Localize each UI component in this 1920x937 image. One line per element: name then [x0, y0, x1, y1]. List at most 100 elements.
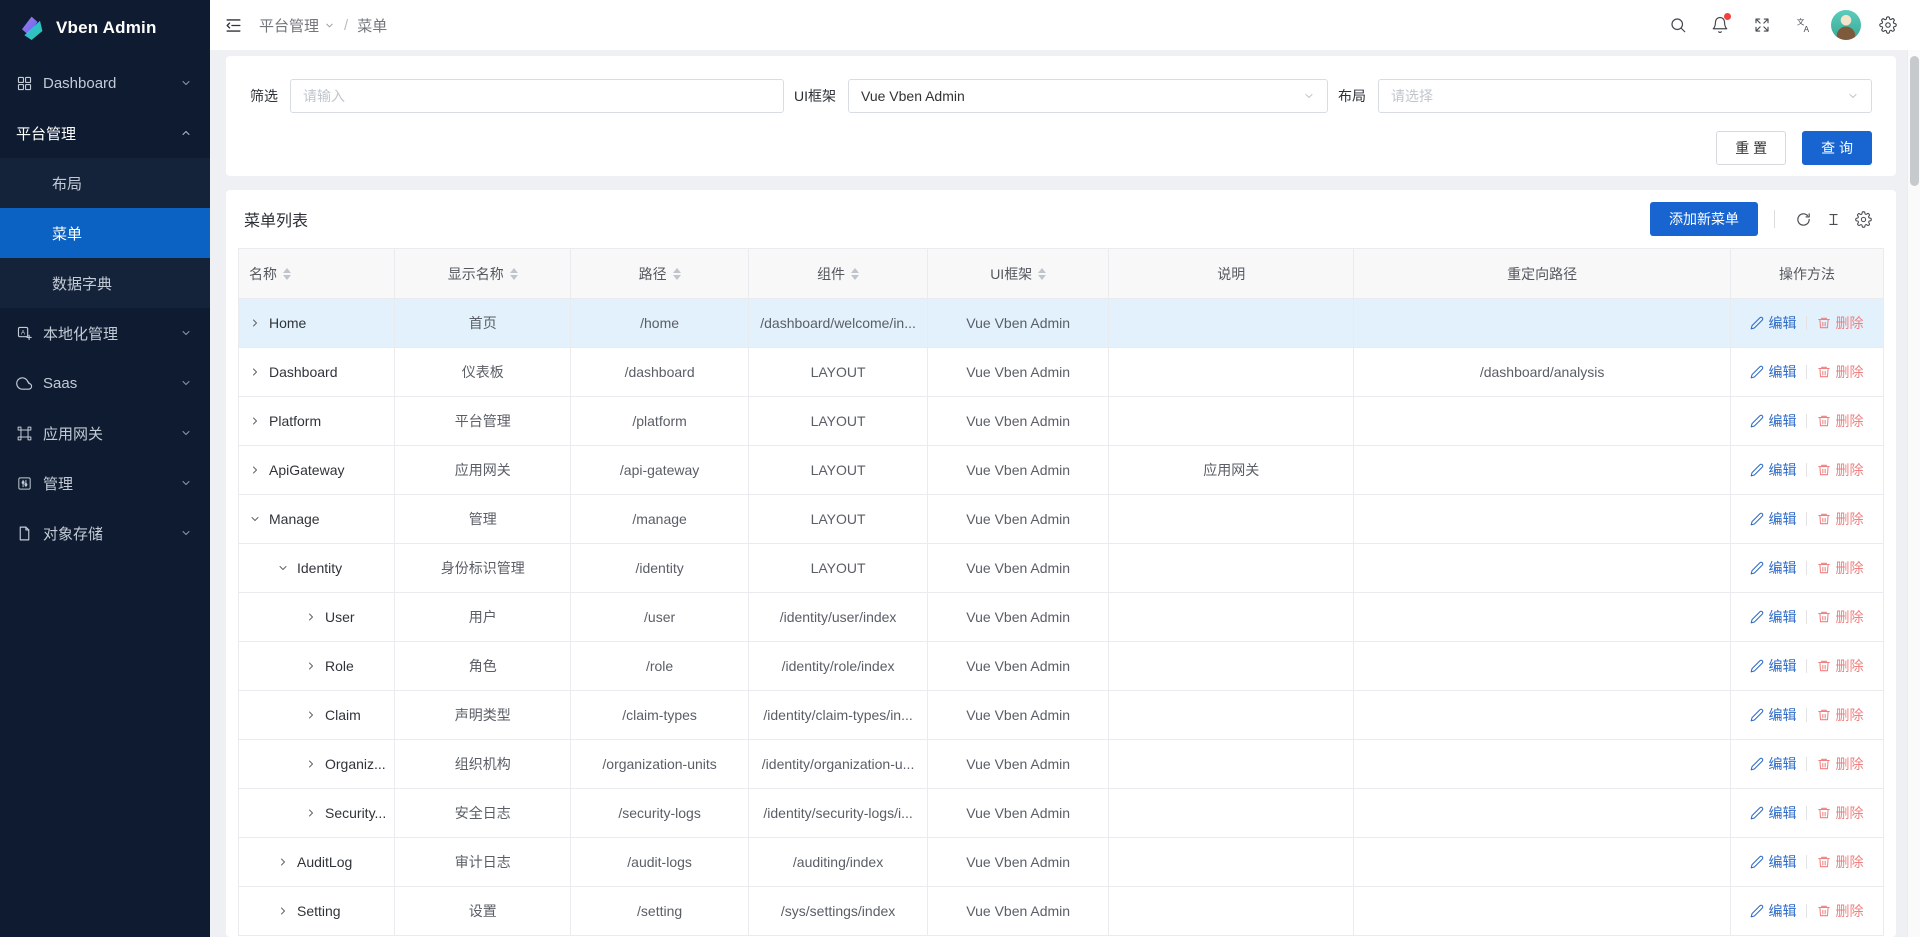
delete-button[interactable]: 删除: [1817, 705, 1863, 725]
delete-button[interactable]: 删除: [1817, 362, 1863, 382]
keyword-input[interactable]: [290, 79, 784, 113]
sidebar-item-localization[interactable]: A本地化管理: [0, 308, 210, 358]
edit-icon: [1750, 561, 1764, 575]
filter-actions: 重 置 查 询: [250, 131, 1872, 165]
delete-button[interactable]: 删除: [1817, 656, 1863, 676]
edit-button[interactable]: 编辑: [1750, 754, 1796, 774]
sort-icon[interactable]: [1038, 268, 1046, 280]
column-settings-icon[interactable]: [1848, 211, 1878, 228]
cell-description: [1109, 593, 1354, 642]
delete-button[interactable]: 删除: [1817, 803, 1863, 823]
chevron-down-icon[interactable]: [249, 513, 261, 525]
column-header-[interactable]: 名称: [239, 249, 395, 299]
edit-button[interactable]: 编辑: [1750, 803, 1796, 823]
delete-button[interactable]: 删除: [1817, 754, 1863, 774]
row-name: ApiGateway: [269, 462, 344, 478]
edit-button[interactable]: 编辑: [1750, 411, 1796, 431]
chevron-right-icon[interactable]: [305, 660, 317, 672]
chevron-right-icon[interactable]: [249, 415, 261, 427]
search-icon[interactable]: [1660, 7, 1696, 43]
refresh-icon[interactable]: [1788, 211, 1818, 228]
edit-button[interactable]: 编辑: [1750, 558, 1796, 578]
delete-button[interactable]: 删除: [1817, 607, 1863, 627]
sidebar-item-label: 管理: [43, 473, 73, 494]
delete-button[interactable]: 删除: [1817, 901, 1863, 921]
sidebar-item-platform[interactable]: 平台管理: [0, 108, 210, 158]
sidebar-subitem-layout[interactable]: 布局: [0, 158, 210, 208]
edit-button[interactable]: 编辑: [1750, 656, 1796, 676]
chevron-right-icon[interactable]: [305, 611, 317, 623]
user-avatar-button[interactable]: [1828, 7, 1864, 43]
cell-path: /home: [571, 299, 749, 348]
edit-button[interactable]: 编辑: [1750, 852, 1796, 872]
chevron-right-icon[interactable]: [249, 366, 261, 378]
sidebar-item-object-storage[interactable]: 对象存储: [0, 508, 210, 558]
search-button[interactable]: 查 询: [1802, 131, 1872, 165]
action-divider: [1806, 561, 1807, 575]
delete-button[interactable]: 删除: [1817, 460, 1863, 480]
row-height-icon[interactable]: [1818, 211, 1848, 228]
ui-framework-select[interactable]: Vue Vben Admin: [848, 79, 1328, 113]
breadcrumb-item-menu[interactable]: 菜单: [357, 15, 387, 36]
sort-icon[interactable]: [510, 268, 518, 280]
row-name: Claim: [325, 707, 361, 723]
chevron-right-icon[interactable]: [249, 317, 261, 329]
sidebar-subitem-menu[interactable]: 菜单: [0, 208, 210, 258]
sort-icon[interactable]: [851, 268, 859, 280]
table-row-user: User用户/user/identity/user/indexVue Vben …: [239, 593, 1884, 642]
delete-button[interactable]: 删除: [1817, 313, 1863, 333]
notification-icon[interactable]: [1702, 7, 1738, 43]
delete-button[interactable]: 删除: [1817, 509, 1863, 529]
row-name: AuditLog: [297, 854, 352, 870]
chevron-right-icon[interactable]: [277, 905, 289, 917]
delete-button[interactable]: 删除: [1817, 852, 1863, 872]
edit-button[interactable]: 编辑: [1750, 901, 1796, 921]
sidebar-item-manage[interactable]: 管理: [0, 458, 210, 508]
breadcrumb-item-platform[interactable]: 平台管理: [259, 15, 335, 36]
chevron-down-icon[interactable]: [277, 562, 289, 574]
cell-description: [1109, 740, 1354, 789]
sort-icon[interactable]: [283, 268, 291, 280]
column-header-ui[interactable]: UI框架: [928, 249, 1109, 299]
settings-icon[interactable]: [1870, 7, 1906, 43]
chevron-right-icon[interactable]: [305, 807, 317, 819]
column-header-[interactable]: 显示名称: [395, 249, 571, 299]
cell-description: [1109, 887, 1354, 936]
edit-button[interactable]: 编辑: [1750, 705, 1796, 725]
sidebar-collapse-icon[interactable]: [224, 16, 243, 35]
table-row-manage: Manage管理/manageLAYOUTVue Vben Admin编辑删除: [239, 495, 1884, 544]
reset-button[interactable]: 重 置: [1716, 131, 1786, 165]
translate-icon[interactable]: 文A: [1786, 7, 1822, 43]
layout-select[interactable]: 请选择: [1378, 79, 1872, 113]
edit-button[interactable]: 编辑: [1750, 607, 1796, 627]
edit-button[interactable]: 编辑: [1750, 313, 1796, 333]
column-header-: 重定向路径: [1354, 249, 1731, 299]
sidebar-item-saas[interactable]: Saas: [0, 358, 210, 408]
app-title: Vben Admin: [56, 18, 157, 38]
add-menu-button[interactable]: 添加新菜单: [1650, 202, 1758, 236]
column-header-[interactable]: 组件: [748, 249, 927, 299]
chevron-right-icon[interactable]: [249, 464, 261, 476]
column-header-: 操作方法: [1730, 249, 1883, 299]
edit-button[interactable]: 编辑: [1750, 509, 1796, 529]
chevron-right-icon[interactable]: [277, 856, 289, 868]
sort-icon[interactable]: [673, 268, 681, 280]
edit-button[interactable]: 编辑: [1750, 460, 1796, 480]
edit-button[interactable]: 编辑: [1750, 362, 1796, 382]
sidebar-item-api-gateway[interactable]: 应用网关: [0, 408, 210, 458]
filter-panel: 筛选UI框架Vue Vben Admin布局请选择 重 置 查 询: [226, 56, 1896, 176]
app-logo[interactable]: Vben Admin: [0, 0, 210, 56]
fullscreen-icon[interactable]: [1744, 7, 1780, 43]
delete-button[interactable]: 删除: [1817, 411, 1863, 431]
delete-button[interactable]: 删除: [1817, 558, 1863, 578]
table-row-auditlog: AuditLog审计日志/audit-logs/auditing/indexVu…: [239, 838, 1884, 887]
sidebar-item-dashboard[interactable]: Dashboard: [0, 58, 210, 108]
chevron-right-icon[interactable]: [305, 758, 317, 770]
column-header-[interactable]: 路径: [571, 249, 749, 299]
chevron-down-icon: [180, 477, 192, 489]
scrollbar-thumb[interactable]: [1910, 56, 1919, 186]
chevron-down-icon: [180, 327, 192, 339]
page-scrollbar[interactable]: [1907, 50, 1920, 937]
chevron-right-icon[interactable]: [305, 709, 317, 721]
sidebar-subitem-data-dictionary[interactable]: 数据字典: [0, 258, 210, 308]
